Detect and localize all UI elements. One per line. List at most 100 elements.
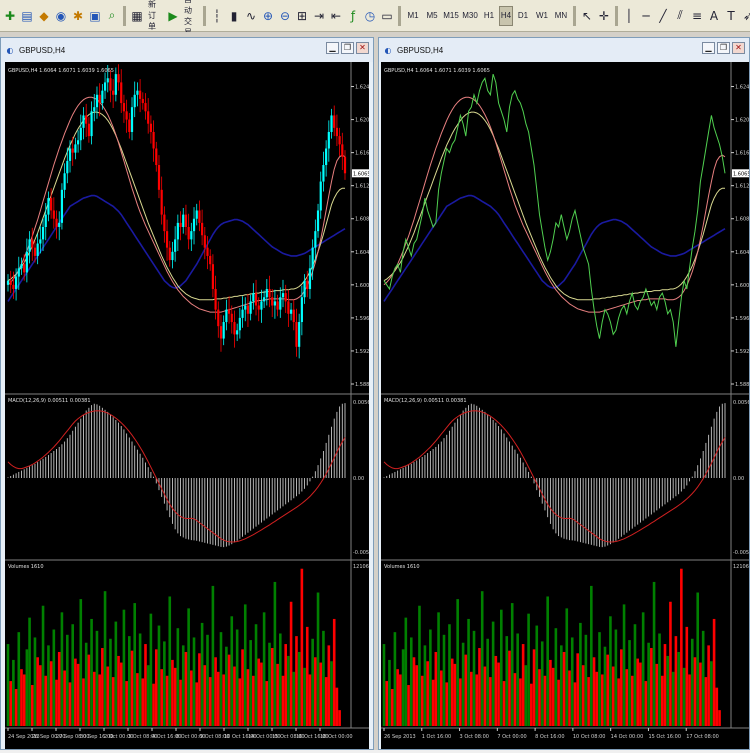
volume-bar — [650, 648, 653, 726]
volume-bar — [168, 596, 172, 726]
vertical-line-icon[interactable]: │ — [621, 6, 637, 26]
chart-shift-icon[interactable]: ⇤ — [328, 6, 344, 26]
volume-bar — [17, 632, 21, 726]
cursor-icon[interactable]: ↖ — [579, 6, 595, 26]
main-toolbar: ✚ ▤ ◆ ◉ ✱ ▣ ⌕ ▦ 新订单 ▶ 自动交易 ┆ ▮ ∿ ⊕ ⊖ ⊞ ⇥… — [0, 0, 750, 37]
volume-bar — [208, 677, 212, 726]
volume-bar — [47, 645, 50, 726]
volume-bar — [388, 659, 391, 726]
toolbar-separator — [398, 5, 401, 26]
candlestick-icon[interactable]: ▮ — [226, 6, 242, 26]
timeframe-m5[interactable]: M5 — [423, 6, 441, 26]
profiles-icon[interactable]: ▤ — [19, 6, 35, 26]
candle-body — [85, 115, 88, 124]
templates-icon[interactable]: ▭ — [379, 6, 395, 26]
new-order-button[interactable]: 新订单 — [146, 0, 164, 31]
volume-bar — [557, 679, 560, 726]
timeframe-h1[interactable]: H1 — [480, 6, 498, 26]
candle-body — [74, 144, 77, 153]
volume-bar — [633, 624, 637, 726]
volume-bar — [305, 626, 309, 726]
candle-body — [246, 305, 250, 314]
window-title: GBPUSD,H4 — [397, 45, 444, 55]
minimize-button[interactable]: ▁ — [702, 42, 715, 54]
window-titlebar[interactable]: ◐ GBPUSD,H4 ▁ ❐ ✕ — [1, 38, 373, 62]
volume-bar — [30, 685, 34, 726]
volume-bar — [682, 667, 686, 726]
candle-body — [325, 148, 328, 166]
chart-svg: 1.6245 1.6205 1.6165 1.6125 1.6085 1.6045 1.60… — [5, 62, 375, 740]
timeframe-m30[interactable]: M30 — [461, 6, 479, 26]
volume-bar — [225, 646, 228, 726]
auto-trading-icon[interactable]: ▶ — [165, 6, 181, 26]
price-tick-label: 1.5925 — [735, 349, 749, 355]
timeframe-d1[interactable]: D1 — [514, 6, 532, 26]
price-tick-label: 1.5885 — [355, 382, 369, 388]
volume-bar — [535, 625, 539, 726]
timeframe-w1[interactable]: W1 — [533, 6, 551, 26]
navigator-icon[interactable]: ✱ — [70, 6, 86, 26]
candle-body — [276, 301, 279, 310]
macd-pane-header: MACD(12,26,9) 0.00511 0.00381 — [8, 398, 91, 404]
auto-trading-button[interactable]: 自动交易 — [182, 0, 200, 37]
candle-body — [214, 288, 217, 310]
volume-bar — [222, 674, 225, 726]
timeframe-m1[interactable]: M1 — [404, 6, 422, 26]
text-icon[interactable]: A — [706, 6, 722, 26]
volume-bar — [628, 640, 631, 726]
candle-body — [55, 218, 58, 227]
market-watch-icon[interactable]: ◆ — [36, 6, 52, 26]
timeframe-mn[interactable]: MN — [552, 6, 570, 26]
timeframe-h4[interactable]: H4 — [499, 5, 513, 26]
candle-body — [136, 90, 139, 95]
chart-window-candles[interactable]: ◐ GBPUSD,H4 ▁ ❐ ✕ 1.6245 1.6205 1.6165 1.61… — [0, 37, 375, 750]
bar-chart-icon[interactable]: ┆ — [209, 6, 225, 26]
new-order-icon[interactable]: ▦ — [129, 6, 145, 26]
volume-bar — [109, 638, 112, 726]
macd-pane-header: MACD(12,26,9) 0.00511 0.00381 — [384, 398, 467, 404]
volume-bar — [467, 618, 470, 726]
horizontal-line-icon[interactable]: ─ — [638, 6, 654, 26]
candle-body — [289, 309, 293, 314]
volume-bar — [516, 633, 519, 726]
channel-icon[interactable]: ⫽ — [672, 6, 688, 26]
price-tick-label: 1.6125 — [735, 184, 749, 190]
volume-bar — [235, 629, 239, 726]
volume-bar — [49, 661, 53, 726]
line-chart-icon[interactable]: ∿ — [243, 6, 259, 26]
chart-area[interactable]: 1.6245 1.6205 1.6165 1.6125 1.6085 1.6045 1.60… — [381, 62, 750, 749]
volume-bar — [404, 617, 408, 726]
strategy-tester-icon[interactable]: ⌕ — [104, 6, 120, 26]
volume-bar — [494, 655, 498, 726]
periods-icon[interactable]: ◷ — [362, 6, 378, 26]
crosshair-icon[interactable]: ✛ — [596, 6, 612, 26]
window-titlebar[interactable]: ◐ GBPUSD,H4 ▁ ❐ ✕ — [379, 38, 749, 62]
zoom-in-icon[interactable]: ⊕ — [260, 6, 276, 26]
volume-bar — [510, 603, 514, 726]
volume-bar — [171, 659, 174, 726]
fibonacci-icon[interactable]: ≡ — [689, 6, 705, 26]
price-tick-label: 1.6205 — [355, 118, 369, 124]
minimize-button[interactable]: ▁ — [326, 42, 339, 54]
indicators-icon[interactable]: ƒ — [345, 6, 361, 26]
timeframe-m15[interactable]: M15 — [442, 6, 460, 26]
close-button[interactable]: ✕ — [732, 42, 745, 54]
restore-button[interactable]: ❐ — [341, 42, 354, 54]
volume-bar — [669, 601, 672, 726]
trendline-icon[interactable]: ╱ — [655, 6, 671, 26]
text-label-icon[interactable]: T — [723, 6, 739, 26]
chart-area[interactable]: 1.6245 1.6205 1.6165 1.6125 1.6085 1.6045 1.60… — [5, 62, 375, 749]
arrows-icon[interactable]: ➶ — [740, 6, 750, 26]
tile-windows-icon[interactable]: ⊞ — [294, 6, 310, 26]
data-window-icon[interactable]: ◉ — [53, 6, 69, 26]
autoscroll-icon[interactable]: ⇥ — [311, 6, 327, 26]
close-button[interactable]: ✕ — [356, 42, 369, 54]
volume-bar — [570, 637, 574, 726]
volume-bar — [92, 671, 96, 726]
volume-bar — [84, 642, 88, 726]
zoom-out-icon[interactable]: ⊖ — [277, 6, 293, 26]
restore-button[interactable]: ❐ — [717, 42, 730, 54]
terminal-icon[interactable]: ▣ — [87, 6, 103, 26]
new-chart-icon[interactable]: ✚ — [2, 6, 18, 26]
chart-window-line[interactable]: ◐ GBPUSD,H4 ▁ ❐ ✕ 1.6245 1.6205 1.6165 1.61… — [378, 37, 750, 750]
